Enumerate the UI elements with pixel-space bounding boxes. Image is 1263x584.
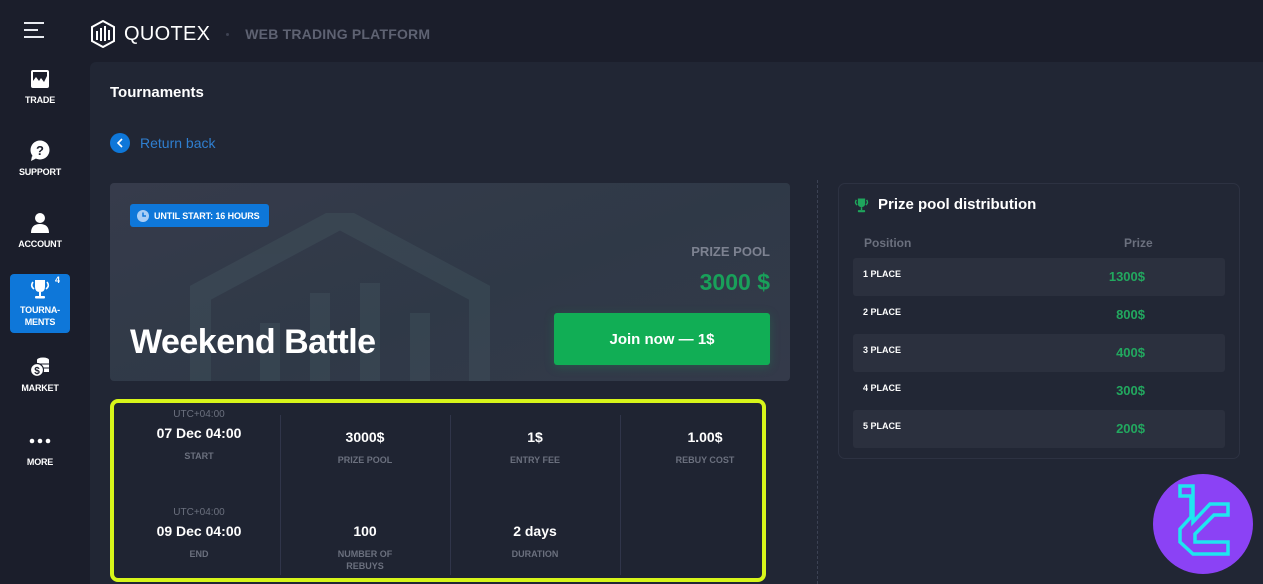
trophy-icon xyxy=(854,197,869,212)
trophy-icon xyxy=(30,280,50,299)
sidebar-item-account[interactable]: ACCOUNT xyxy=(10,212,70,250)
until-start-badge: UNTIL START: 16 HOURS xyxy=(130,204,269,227)
main-panel: Tournaments Return back UNTIL START: 16 … xyxy=(90,62,1263,584)
sidebar-item-more[interactable]: MORE xyxy=(10,430,70,468)
sidebar-item-label: TRADE xyxy=(25,95,55,105)
place-label: 2 PLACE xyxy=(863,307,902,317)
stat-value: 1.00$ xyxy=(687,429,723,445)
stat-caption: START xyxy=(184,451,214,461)
clock-icon xyxy=(137,209,149,222)
stat-value: 1$ xyxy=(527,429,543,445)
sidebar-item-support[interactable]: ? SUPPORT xyxy=(10,140,70,178)
stat-value: 3000$ xyxy=(345,429,385,445)
menu-icon[interactable] xyxy=(24,22,44,38)
prize-amount: 400$ xyxy=(1116,345,1145,360)
brand-subtitle: WEB TRADING PLATFORM xyxy=(245,26,431,42)
join-now-button[interactable]: Join now — 1$ xyxy=(554,313,770,365)
page-title: Tournaments xyxy=(110,84,204,101)
stat-rebuy-cost: 1.00$ REBUY COST xyxy=(620,424,790,466)
tournament-name: Weekend Battle xyxy=(130,323,376,361)
column-header-position: Position xyxy=(864,236,912,250)
stat-caption: PRIZE POOL xyxy=(337,455,393,465)
timezone-label: UTC+04:00 xyxy=(173,507,225,518)
until-start-text: UNTIL START: 16 HOURS xyxy=(154,210,260,221)
brand-name: QUOTEX xyxy=(124,22,211,45)
brand-logo[interactable]: QUOTEX WEB TRADING PLATFORM xyxy=(90,20,430,48)
prize-row: 1 PLACE 1300$ xyxy=(853,258,1225,296)
prize-distribution-card: Prize pool distribution Position Prize 1… xyxy=(838,183,1240,459)
prize-row: 5 PLACE 200$ xyxy=(853,410,1225,448)
sidebar-item-market[interactable]: $ MARKET xyxy=(10,356,70,394)
sidebar-item-label: TOURNA- MENTS xyxy=(20,305,60,327)
return-back-link[interactable]: Return back xyxy=(110,133,215,153)
prize-row: 2 PLACE 800$ xyxy=(853,296,1225,334)
chevron-left-icon xyxy=(110,133,130,153)
coins-icon: $ xyxy=(29,357,49,378)
stat-caption: DURATION xyxy=(511,549,559,559)
stat-caption: END xyxy=(189,549,209,559)
sidebar-item-label: MORE xyxy=(26,457,54,467)
prize-row: 3 PLACE 400$ xyxy=(853,334,1225,372)
prize-amount: 1300$ xyxy=(1108,269,1145,284)
stat-value: 2 days xyxy=(513,523,557,539)
sidebar-item-trade[interactable]: TRADE xyxy=(10,68,70,106)
prize-amount: 300$ xyxy=(1116,383,1145,398)
watermark-logo xyxy=(1153,474,1253,574)
dots-icon xyxy=(29,438,51,444)
stat-caption: ENTRY FEE xyxy=(509,455,560,465)
place-label: 3 PLACE xyxy=(863,345,902,355)
tournaments-count-badge: 4 xyxy=(54,275,60,285)
chart-image-icon xyxy=(31,70,49,88)
place-label: 4 PLACE xyxy=(863,383,902,393)
sidebar-item-label: ACCOUNT xyxy=(18,239,62,249)
prize-pool-value: 3000 $ xyxy=(699,269,770,295)
stat-entry-fee: 1$ ENTRY FEE xyxy=(450,424,620,466)
return-back-label: Return back xyxy=(140,135,216,151)
watermark-logo-icon xyxy=(1178,484,1230,556)
stat-value: 09 Dec 04:00 xyxy=(156,523,242,539)
separator-dot xyxy=(226,32,230,36)
place-label: 5 PLACE xyxy=(863,421,902,431)
column-header-prize: Prize xyxy=(1124,236,1153,250)
svg-text:$: $ xyxy=(34,366,40,377)
tournament-stats-panel: UTC+04:00 07 Dec 04:00 START 3000$ PRIZE… xyxy=(110,399,766,582)
timezone-label: UTC+04:00 xyxy=(173,409,225,420)
sidebar: TRADE ? SUPPORT ACCOUNT 4 TOURNA- MENTS xyxy=(0,0,80,584)
stat-caption: REBUY COST xyxy=(675,455,735,465)
section-divider xyxy=(817,180,818,584)
question-bubble-icon: ? xyxy=(30,140,50,161)
user-icon xyxy=(31,213,49,233)
stat-value: 100 xyxy=(353,523,377,539)
sidebar-item-tournaments[interactable]: 4 TOURNA- MENTS xyxy=(10,274,70,333)
sidebar-item-label: SUPPORT xyxy=(18,167,62,177)
place-label: 1 PLACE xyxy=(863,269,902,279)
prize-distribution-title: Prize pool distribution xyxy=(878,196,1037,213)
quotex-logo-icon xyxy=(91,20,115,48)
prize-pool-label: PRIZE POOL xyxy=(691,244,770,259)
stat-end: UTC+04:00 09 Dec 04:00 END xyxy=(114,507,284,560)
prize-distribution-header: Prize pool distribution xyxy=(853,196,1036,213)
stat-duration: 2 days DURATION xyxy=(450,518,620,560)
prize-row: 4 PLACE 300$ xyxy=(853,372,1225,410)
stat-caption: NUMBER OF REBUYS xyxy=(337,549,393,571)
prize-amount: 800$ xyxy=(1116,307,1145,322)
prize-amount: 200$ xyxy=(1116,421,1145,436)
stat-number-of-rebuys: 100 NUMBER OF REBUYS xyxy=(280,518,450,572)
tournament-hero-card: UNTIL START: 16 HOURS PRIZE POOL 3000 $ … xyxy=(110,183,790,381)
stat-prize-pool: 3000$ PRIZE POOL xyxy=(280,424,450,466)
svg-text:?: ? xyxy=(36,143,44,158)
stat-value: 07 Dec 04:00 xyxy=(156,425,242,441)
stat-start: UTC+04:00 07 Dec 04:00 START xyxy=(114,409,284,462)
sidebar-item-label: MARKET xyxy=(21,383,59,393)
